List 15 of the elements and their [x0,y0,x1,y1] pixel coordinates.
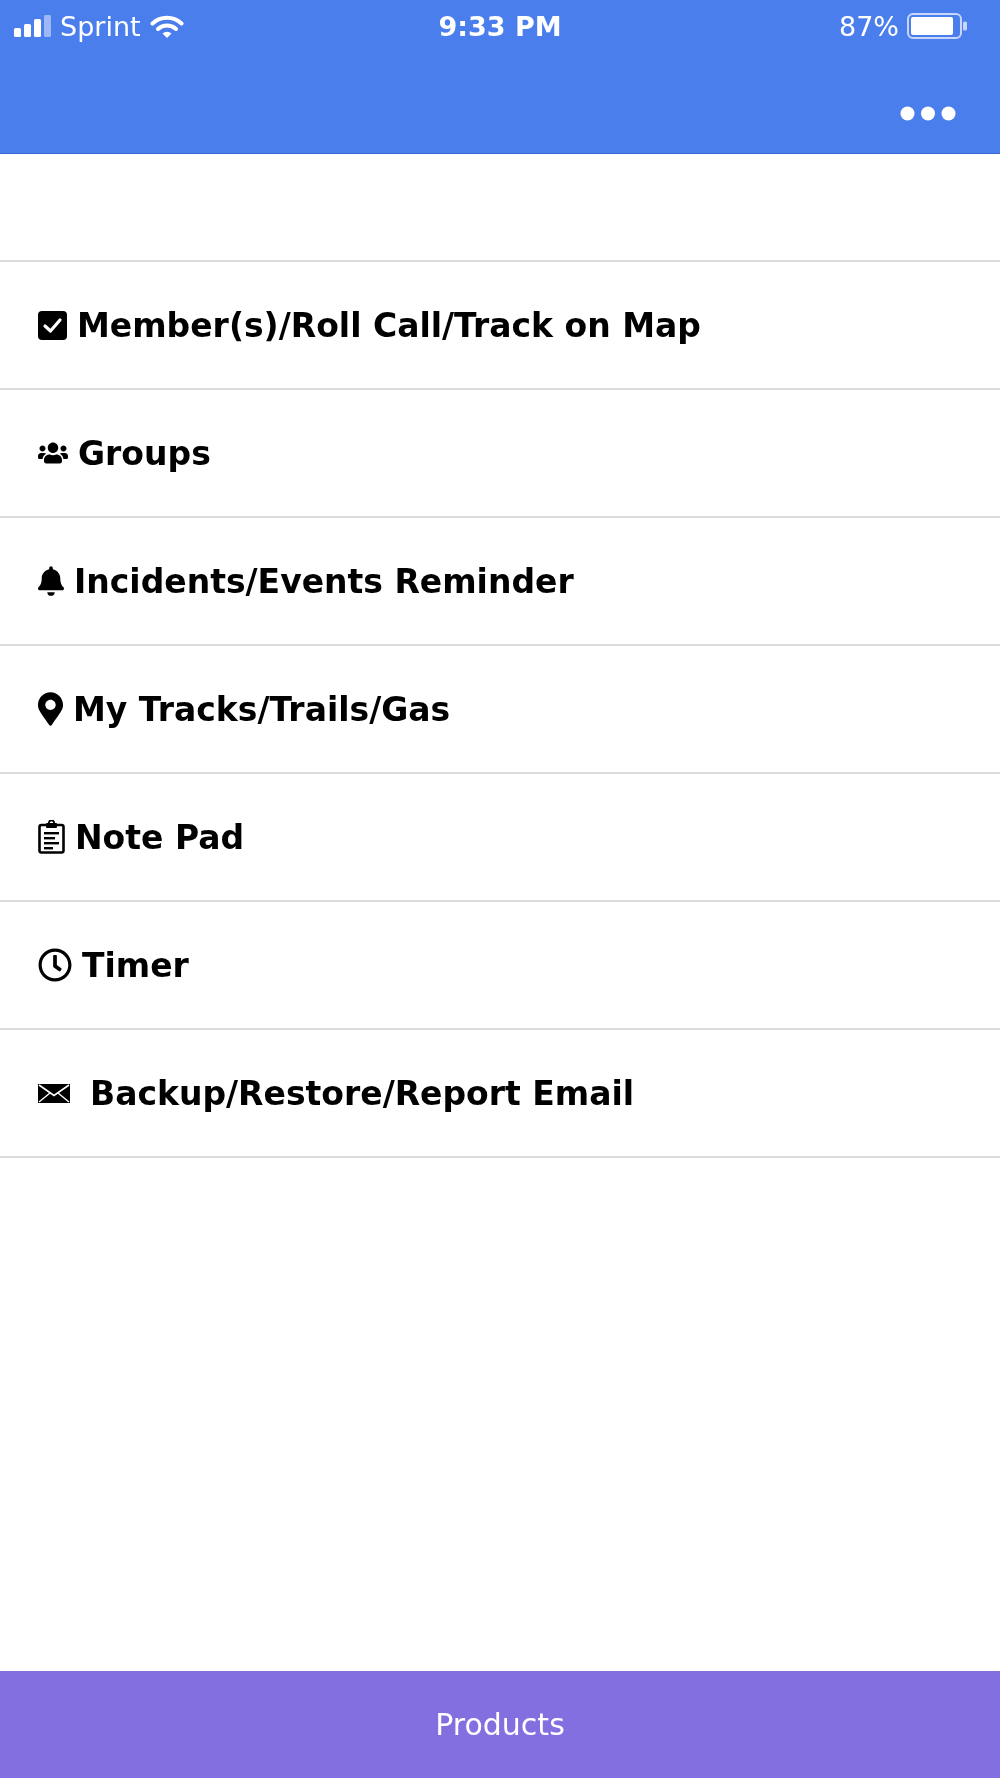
wifi-icon [149,14,184,38]
carrier-name: Sprint [60,12,141,40]
bell-icon [38,566,64,596]
map-pin-icon [38,692,63,726]
products-button[interactable]: Products [0,1671,1000,1778]
battery-icon [907,13,967,39]
more-icon[interactable] [900,106,956,121]
people-icon [38,441,68,465]
clipboard-icon [38,820,65,854]
signal-bars-icon [14,15,51,37]
status-time: 9:33 PM [438,12,562,40]
envelope-icon [38,1083,70,1103]
checked-box-icon [38,310,67,340]
battery-percent: 87% [839,12,899,40]
clock-icon [38,948,72,982]
